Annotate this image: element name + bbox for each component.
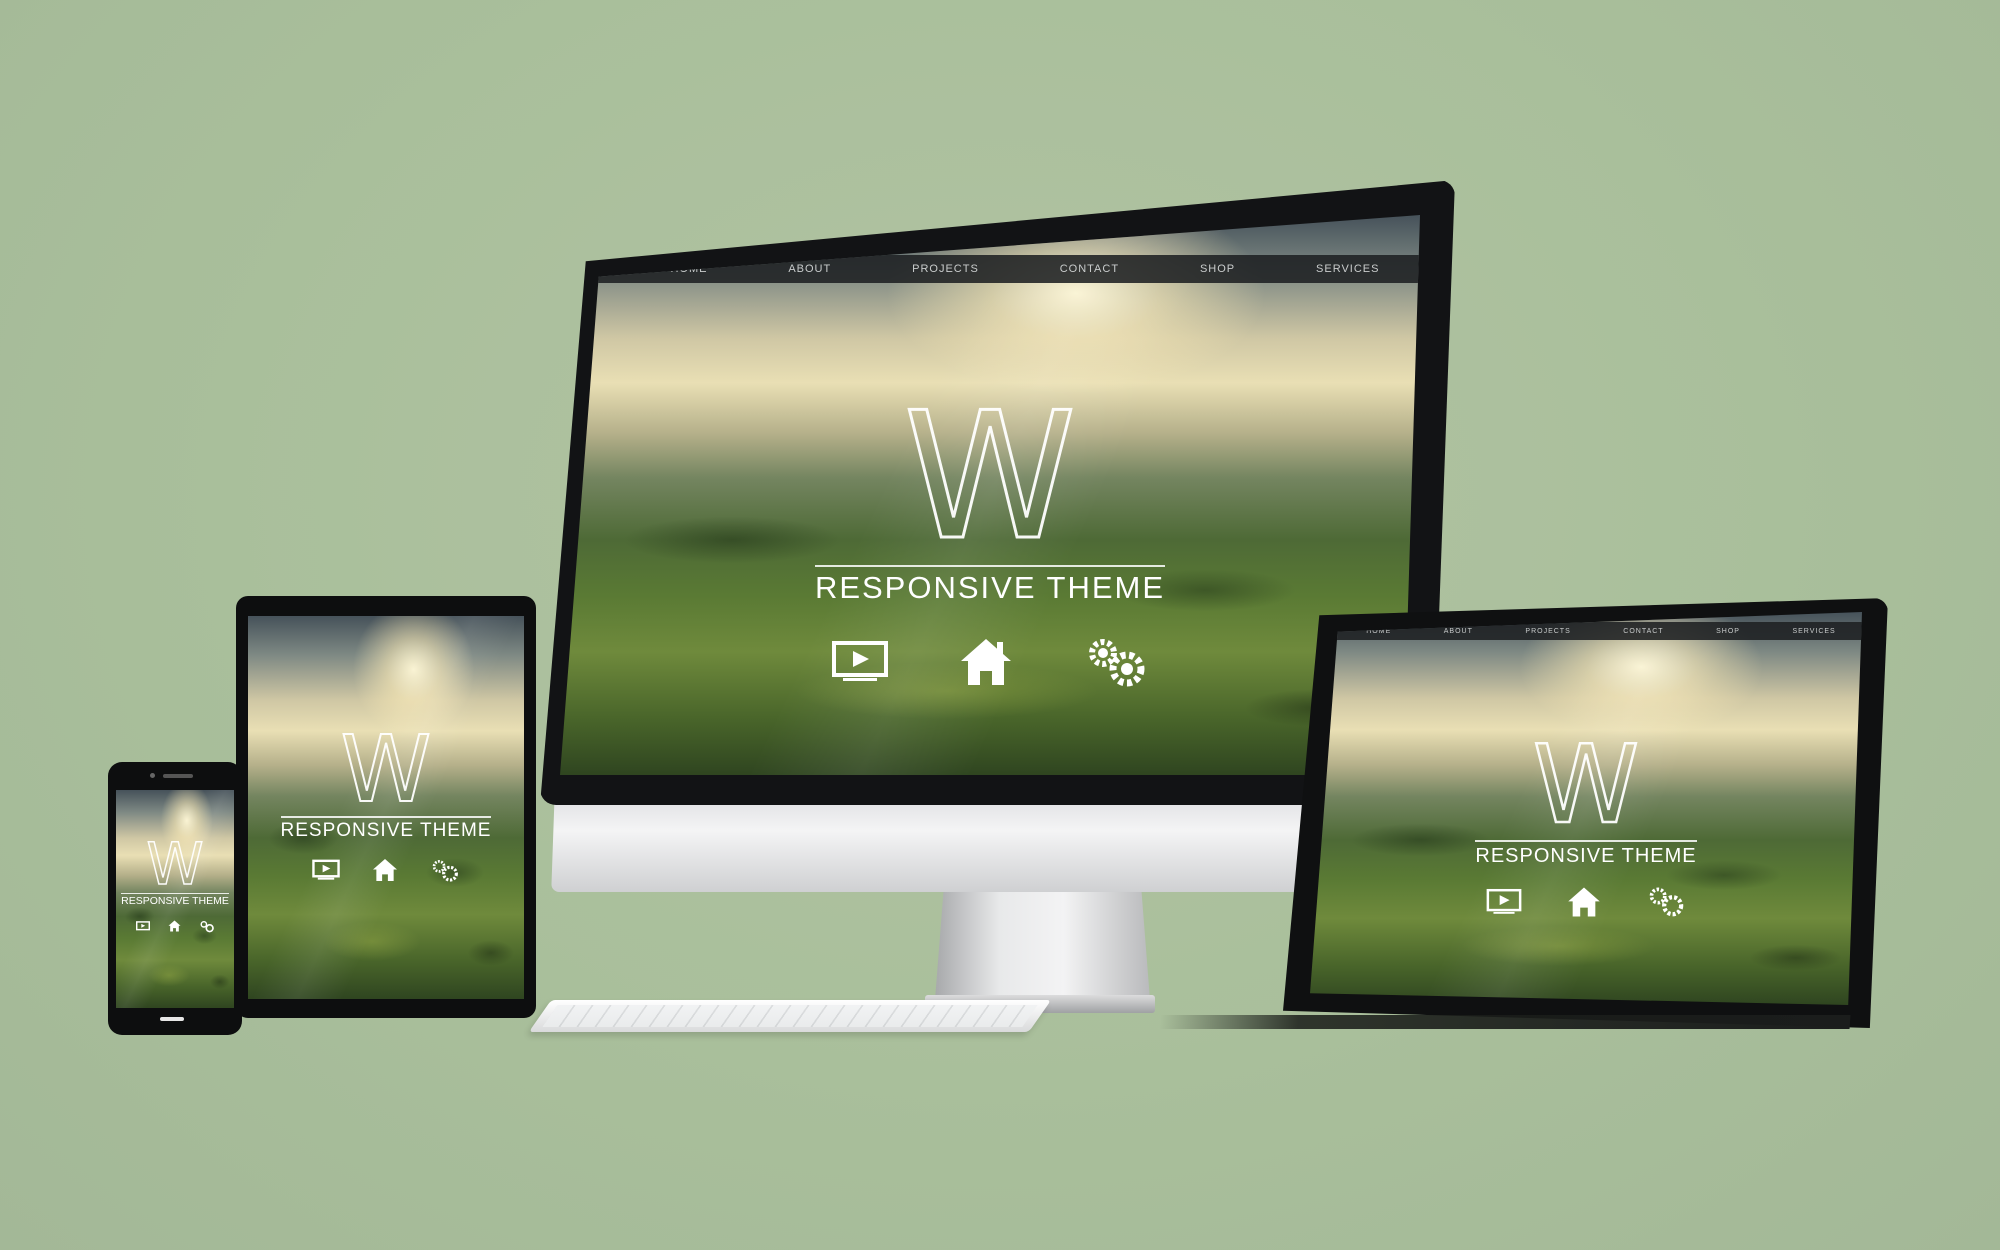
laptop-base [1159,1015,1851,1029]
phone-hero: W RESPONSIVE THEME [116,830,234,933]
nav-projects[interactable]: PROJECTS [912,263,979,275]
desktop-screen: HOME ABOUT PROJECTS CONTACT SHOP SERVICE… [560,215,1420,775]
video-play-icon[interactable] [1486,888,1522,916]
video-play-icon[interactable] [135,920,150,932]
hero-icon-row [1486,885,1686,918]
home-icon[interactable] [1567,886,1601,918]
hero-icon-row [831,635,1149,689]
gears-icon[interactable] [199,920,215,933]
brand-logo: W [340,716,433,823]
theme-title: RESPONSIVE THEME [814,565,1166,605]
gears-icon[interactable] [430,858,460,883]
nav-contact[interactable]: CONTACT [1060,263,1119,275]
desktop-chin [551,790,1320,892]
video-play-icon[interactable] [312,859,340,881]
nav-services[interactable]: SERVICES [1792,628,1835,635]
desktop-stand [935,890,1150,1000]
tablet-hero: W RESPONSIVE THEME [248,716,524,883]
laptop-screen: HOME ABOUT PROJECTS CONTACT SHOP SERVICE… [1310,612,1862,1005]
phone-camera [150,773,155,778]
phone-screen: W RESPONSIVE THEME [116,790,234,1008]
nav-about[interactable]: ABOUT [1444,628,1473,635]
laptop-hero: W RESPONSIVE THEME [1310,723,1862,918]
desktop-hero: W RESPONSIVE THEME [560,376,1420,689]
keyboard-keys [542,1005,1038,1027]
video-play-icon[interactable] [831,640,889,684]
phone-home-button [160,1017,184,1021]
theme-title: RESPONSIVE THEME [1475,840,1697,867]
home-icon[interactable] [959,637,1013,687]
home-icon[interactable] [168,920,181,932]
tablet-screen: W RESPONSIVE THEME [248,616,524,999]
nav-services[interactable]: SERVICES [1316,263,1379,275]
nav-shop[interactable]: SHOP [1200,263,1235,275]
nav-about[interactable]: ABOUT [788,263,831,275]
theme-title: RESPONSIVE THEME [280,816,492,842]
nav-contact[interactable]: CONTACT [1623,628,1663,635]
nav-projects[interactable]: PROJECTS [1525,628,1570,635]
brand-logo: W [902,376,1078,579]
hero-icon-row [312,858,460,883]
phone-speaker [163,774,193,778]
brand-logo: W [1531,723,1640,848]
brand-logo: W [146,830,205,898]
theme-title: RESPONSIVE THEME [121,893,229,907]
home-icon[interactable] [372,858,398,882]
gears-icon[interactable] [1083,635,1149,689]
hero-icon-row [135,920,215,933]
keyboard [528,1000,1052,1032]
gears-icon[interactable] [1646,885,1686,918]
nav-shop[interactable]: SHOP [1716,628,1740,635]
